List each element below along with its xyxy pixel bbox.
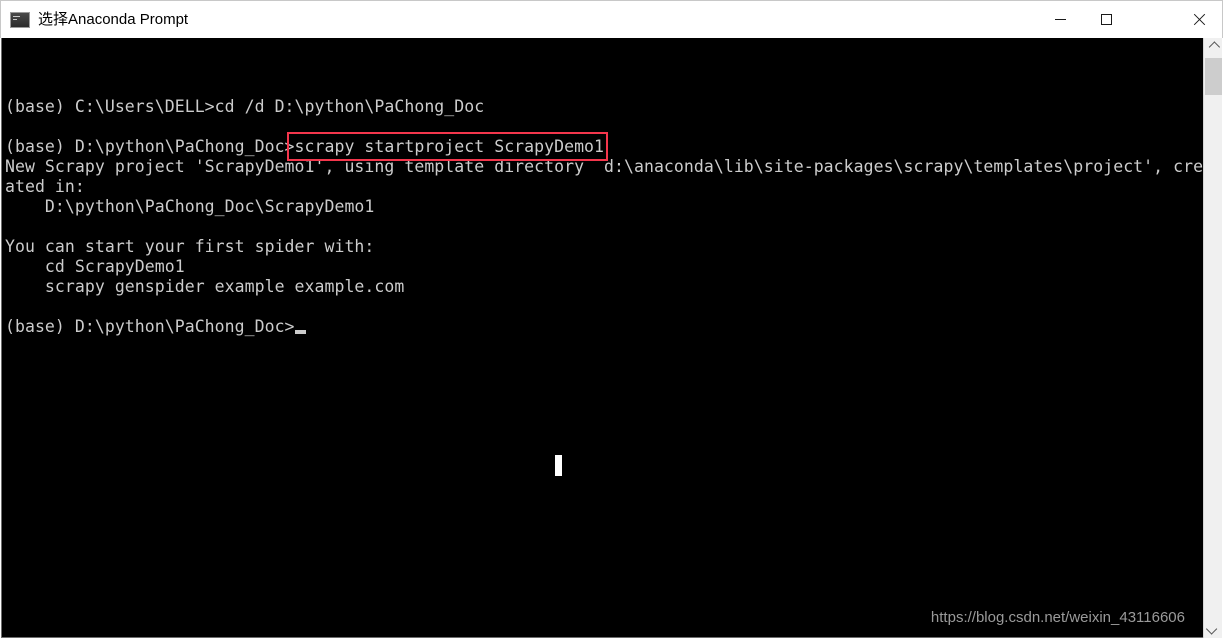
terminal-line: ated in: xyxy=(5,177,85,196)
title-bar[interactable]: 选择Anaconda Prompt xyxy=(0,0,1223,38)
vertical-scrollbar[interactable] xyxy=(1203,38,1222,638)
minimize-icon xyxy=(1054,19,1066,20)
maximize-icon xyxy=(1100,14,1112,25)
terminal-line: (base) D:\python\PaChong_Doc> xyxy=(5,317,295,336)
close-icon xyxy=(1192,13,1205,26)
console-window: 选择Anaconda Prompt (base) C:\Users\DELL>c… xyxy=(0,0,1223,639)
terminal-line: scrapy genspider example example.com xyxy=(5,277,405,296)
close-button[interactable] xyxy=(1175,1,1221,38)
chevron-down-icon xyxy=(1205,623,1218,635)
watermark-text: https://blog.csdn.net/weixin_43116606 xyxy=(930,609,1185,626)
terminal-line: (base) C:\Users\DELL>cd /d D:\python\PaC… xyxy=(5,97,485,116)
terminal-line: You can start your first spider with: xyxy=(5,237,375,256)
chevron-up-icon xyxy=(1208,41,1221,53)
window-title: 选择Anaconda Prompt xyxy=(38,10,189,28)
console-icon xyxy=(10,11,30,28)
terminal-caret xyxy=(295,330,306,334)
terminal-output[interactable]: (base) C:\Users\DELL>cd /d D:\python\PaC… xyxy=(3,38,1205,636)
minimize-button[interactable] xyxy=(1037,1,1083,38)
maximize-button[interactable] xyxy=(1083,1,1129,38)
text-ibeam-cursor xyxy=(555,455,562,476)
terminal-line: D:\python\PaChong_Doc\ScrapyDemo1 xyxy=(5,197,375,216)
terminal-line: cd ScrapyDemo1 xyxy=(5,257,185,276)
terminal-line: New Scrapy project 'ScrapyDemo1', using … xyxy=(5,157,1204,176)
scrollbar-thumb[interactable] xyxy=(1205,58,1222,95)
scroll-down-button[interactable] xyxy=(1204,620,1222,638)
terminal-panel[interactable]: (base) C:\Users\DELL>cd /d D:\python\PaC… xyxy=(1,38,1222,638)
terminal-line: (base) D:\python\PaChong_Doc>scrapy star… xyxy=(5,137,605,156)
scroll-up-button[interactable] xyxy=(1204,38,1222,56)
